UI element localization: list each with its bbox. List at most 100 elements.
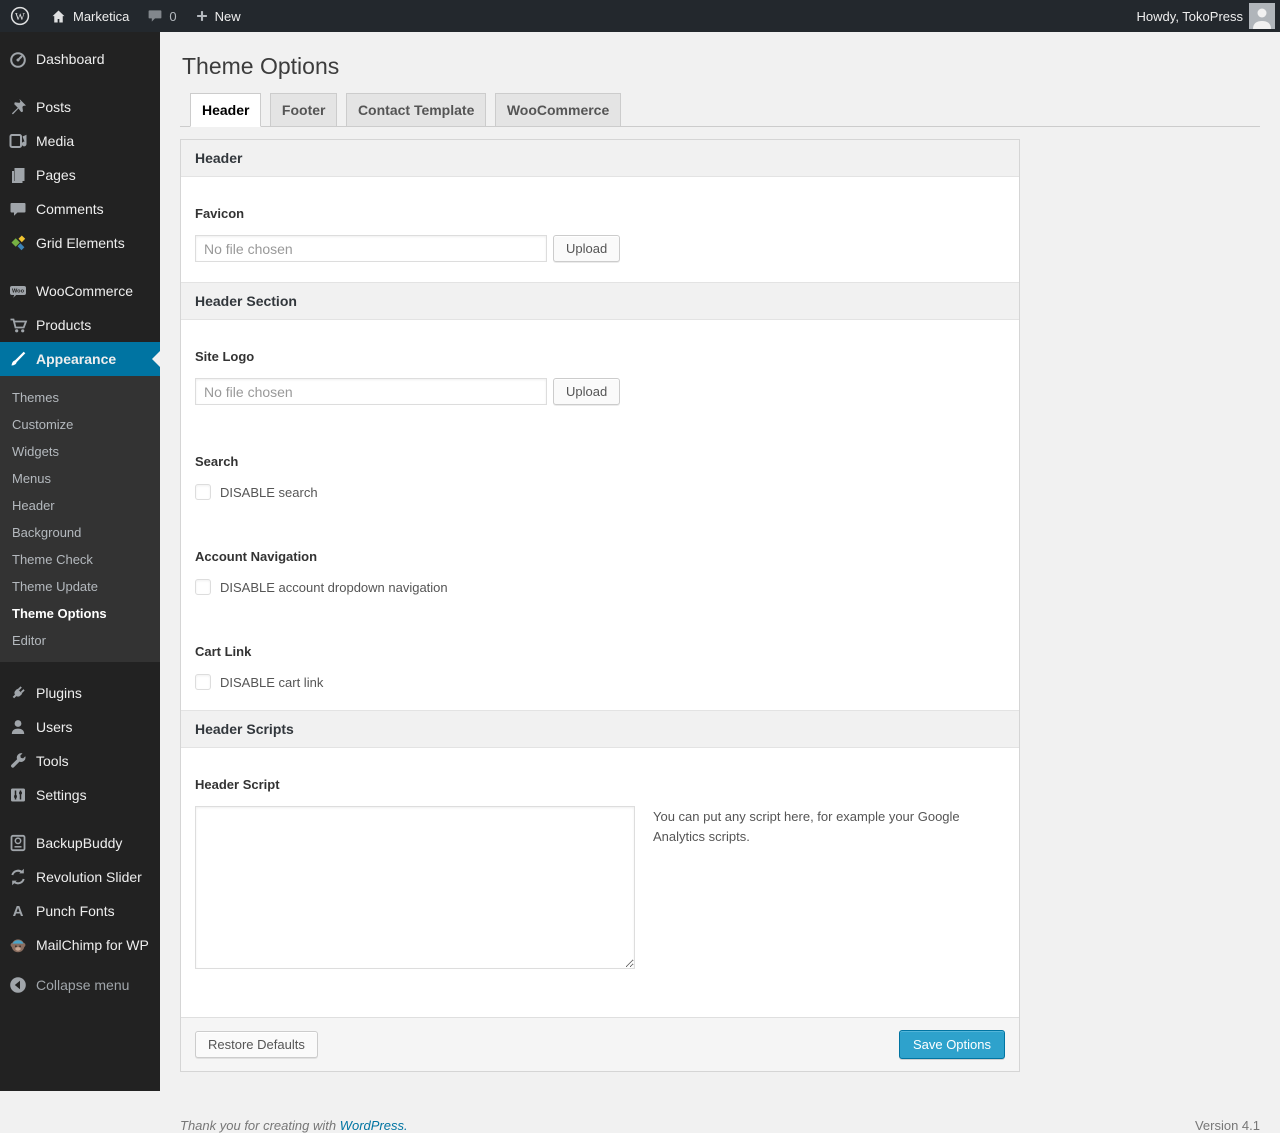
- sidebar-item-label: MailChimp for WP: [36, 937, 149, 953]
- sidebar-item-users[interactable]: Users: [0, 710, 160, 744]
- version-text: Version 4.1: [1194, 1118, 1260, 1133]
- admin-bar: W Marketica 0 New Howdy, TokoPress: [0, 0, 1280, 32]
- wordpress-menu-button[interactable]: W: [0, 0, 41, 32]
- site-name: Marketica: [73, 8, 130, 24]
- footer-thanks: Thank you for creating with WordPress.: [180, 1118, 408, 1133]
- menu-separator: [0, 662, 160, 676]
- section-header-section: Header Section: [181, 282, 1019, 320]
- svg-text:W: W: [15, 12, 25, 23]
- sidebar-item-label: Settings: [36, 787, 87, 803]
- home-icon: [52, 10, 65, 22]
- header-script-textarea[interactable]: [195, 806, 635, 969]
- search-label: Search: [195, 454, 239, 469]
- disable-cart-link-checkbox[interactable]: [195, 674, 211, 690]
- sidebar-item-label: Dashboard: [36, 51, 105, 67]
- sidebar-item-label: Users: [36, 719, 73, 735]
- favicon-file-input[interactable]: [195, 235, 547, 262]
- tab-contact-template[interactable]: Contact Template: [345, 93, 487, 127]
- tab-woocommerce[interactable]: WooCommerce: [494, 93, 622, 127]
- sidebar-item-label: Posts: [36, 99, 72, 115]
- sidebar-item-grid-elements[interactable]: Grid Elements: [0, 226, 160, 260]
- sidebar-item-posts[interactable]: Posts: [0, 90, 160, 124]
- new-label: New: [214, 8, 241, 24]
- svg-text:Woo: Woo: [12, 289, 25, 295]
- sidebar-item-plugins[interactable]: Plugins: [0, 676, 160, 710]
- footer-thanks-text: Thank you for creating with: [180, 1118, 337, 1133]
- disable-search-checkbox[interactable]: [195, 484, 211, 500]
- menu-separator: [0, 260, 160, 274]
- dashboard-icon: [10, 52, 26, 68]
- comments-count: 0: [169, 8, 177, 24]
- sidebar-item-label: Pages: [36, 167, 76, 183]
- site-logo-file-input[interactable]: [195, 378, 547, 405]
- tab-footer[interactable]: Footer: [269, 93, 338, 127]
- submenu-item-themes[interactable]: Themes: [0, 384, 160, 411]
- sidebar-item-label: Appearance: [36, 351, 117, 367]
- sidebar-item-settings[interactable]: Settings: [0, 778, 160, 812]
- favicon-upload-button[interactable]: Upload: [553, 235, 621, 262]
- sidebar-item-label: BackupBuddy: [36, 835, 123, 851]
- submenu-item-background[interactable]: Background: [0, 519, 160, 546]
- tab-header[interactable]: Header: [190, 93, 262, 127]
- sidebar-item-appearance[interactable]: Appearance: [0, 342, 160, 376]
- collapse-menu-button[interactable]: Collapse menu: [0, 968, 160, 1002]
- submenu-item-editor[interactable]: Editor: [0, 627, 160, 654]
- restore-defaults-button[interactable]: Restore Defaults: [195, 1031, 318, 1058]
- grid-elements-icon: [11, 235, 26, 251]
- avatar: [1249, 3, 1275, 29]
- disable-cart-link-label[interactable]: DISABLE cart link: [220, 675, 323, 690]
- my-account-menu[interactable]: Howdy, TokoPress: [1128, 0, 1280, 32]
- collapse-menu-label: Collapse menu: [36, 977, 130, 993]
- submenu-item-header[interactable]: Header: [0, 492, 160, 519]
- submenu-item-theme-options[interactable]: Theme Options: [0, 600, 160, 627]
- disable-account-nav-label[interactable]: DISABLE account dropdown navigation: [220, 580, 448, 595]
- disable-account-nav-checkbox[interactable]: [195, 579, 211, 595]
- sidebar-item-media[interactable]: Media: [0, 124, 160, 158]
- appearance-submenu: Themes Customize Widgets Menus Header Ba…: [0, 376, 160, 662]
- site-logo-upload-button[interactable]: Upload: [553, 378, 621, 405]
- submenu-item-theme-check[interactable]: Theme Check: [0, 546, 160, 573]
- main-content: Theme Options Header Footer Contact Temp…: [160, 32, 1280, 1133]
- sidebar-item-label: Tools: [36, 753, 69, 769]
- sidebar-item-pages[interactable]: Pages: [0, 158, 160, 192]
- sidebar-item-comments[interactable]: Comments: [0, 192, 160, 226]
- sidebar-item-backupbuddy[interactable]: BackupBuddy: [0, 826, 160, 860]
- submenu-item-widgets[interactable]: Widgets: [0, 438, 160, 465]
- sidebar-item-woocommerce[interactable]: Woo WooCommerce: [0, 274, 160, 308]
- new-content-button[interactable]: New: [186, 0, 250, 32]
- theme-options-panel: Header Favicon Upload Header Section Sit…: [180, 139, 1020, 1072]
- save-options-button[interactable]: Save Options: [898, 1030, 1005, 1059]
- disable-search-label[interactable]: DISABLE search: [220, 485, 318, 500]
- sidebar-item-punch-fonts[interactable]: A Punch Fonts: [0, 894, 160, 928]
- submenu-item-customize[interactable]: Customize: [0, 411, 160, 438]
- wordpress-link[interactable]: WordPress.: [340, 1118, 408, 1133]
- menu-separator: [0, 812, 160, 826]
- menu-separator: [0, 76, 160, 90]
- sidebar-item-label: WooCommerce: [36, 283, 133, 299]
- panel-footer: Restore Defaults Save Options: [181, 1017, 1019, 1071]
- page-footer: Thank you for creating with WordPress. V…: [180, 1118, 1260, 1133]
- wordpress-logo-icon: W: [10, 6, 30, 26]
- submenu-item-menus[interactable]: Menus: [0, 465, 160, 492]
- pin-icon: [11, 99, 26, 115]
- sidebar-item-mailchimp[interactable]: MailChimp for WP: [0, 928, 160, 962]
- comment-icon: [10, 203, 26, 216]
- page-title: Theme Options: [182, 53, 340, 79]
- comments-shortcut[interactable]: 0: [138, 0, 185, 32]
- wrench-icon: [11, 753, 26, 768]
- section-header-scripts: Header Scripts: [181, 710, 1019, 748]
- letter-a-icon: A: [12, 902, 24, 920]
- header-script-help: You can put any script here, for example…: [653, 809, 960, 845]
- sidebar-item-products[interactable]: Products: [0, 308, 160, 342]
- howdy-text: Howdy, TokoPress: [1136, 8, 1243, 24]
- tab-bar: Header Footer Contact Template WooCommer…: [180, 93, 1260, 127]
- sidebar-item-revolution-slider[interactable]: Revolution Slider: [0, 860, 160, 894]
- header-script-label: Header Script: [195, 777, 280, 792]
- sidebar-item-dashboard[interactable]: Dashboard: [0, 42, 160, 76]
- monkey-icon: [10, 939, 26, 953]
- pages-icon: [12, 168, 25, 183]
- site-name-link[interactable]: Marketica: [41, 0, 138, 32]
- submenu-item-theme-update[interactable]: Theme Update: [0, 573, 160, 600]
- media-icon: [9, 134, 27, 148]
- sidebar-item-tools[interactable]: Tools: [0, 744, 160, 778]
